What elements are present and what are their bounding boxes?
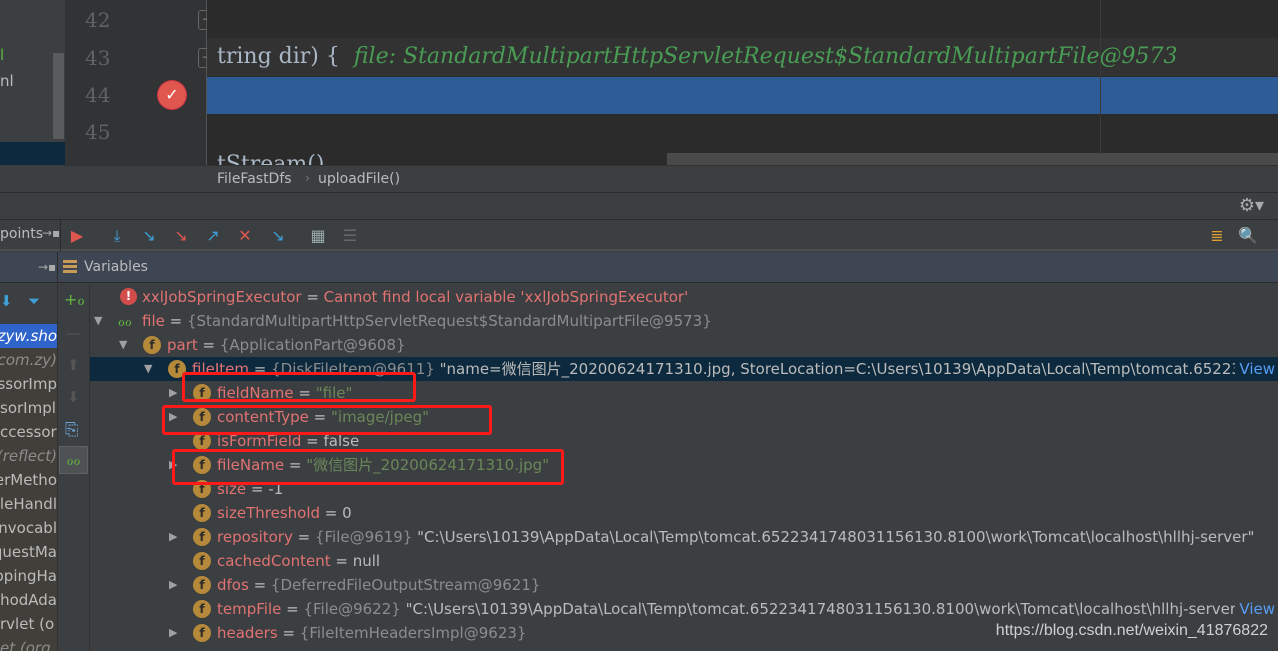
frame-item[interactable]: sorImpl bbox=[0, 396, 57, 420]
variables-icon bbox=[63, 260, 77, 274]
pin-icon[interactable]: →▪ bbox=[42, 226, 60, 240]
restore-layout-icon[interactable]: ≣ bbox=[1207, 226, 1227, 246]
expand-arrow-icon[interactable]: ▶ bbox=[169, 381, 177, 405]
field-icon: f bbox=[193, 576, 211, 594]
step-into-icon[interactable]: ↘ bbox=[139, 226, 159, 246]
error-icon: ! bbox=[120, 288, 137, 305]
move-up-icon[interactable]: ⬆ bbox=[67, 356, 80, 374]
project-scrollbar[interactable] bbox=[53, 53, 64, 139]
arrow-down-icon[interactable]: ⬇ bbox=[0, 292, 13, 310]
frame-item[interactable]: (com.zy bbox=[0, 348, 57, 372]
frames-list: ⬇ ⏷ zyw.sho (com.zy essorImp sorImpl cce… bbox=[0, 284, 57, 651]
watches-icon[interactable]: 🔍 bbox=[1238, 226, 1258, 246]
code-line: tring dir) { file: StandardMultipartHttp… bbox=[217, 44, 1178, 69]
breadcrumb-item[interactable]: FileFastDfs bbox=[217, 171, 292, 187]
show-execution-point-icon[interactable]: ▶ bbox=[67, 226, 87, 246]
breadcrumb-item[interactable]: uploadFile() bbox=[318, 171, 400, 187]
frame-item[interactable]: et (org bbox=[0, 636, 57, 651]
frame-item[interactable]: nvocabl bbox=[0, 516, 57, 540]
field-icon: f bbox=[193, 504, 211, 522]
move-down-icon[interactable]: ⬇ bbox=[67, 388, 80, 406]
watch-glasses-icon: ℴℴ bbox=[118, 312, 132, 330]
variable-row[interactable]: ! xxlJobSpringExecutor = Cannot find loc… bbox=[90, 285, 1278, 309]
collapse-arrow-icon[interactable]: ▼ bbox=[119, 333, 127, 357]
step-out-icon[interactable]: ↗ bbox=[203, 226, 223, 246]
force-step-into-icon[interactable]: ↘ bbox=[171, 226, 191, 246]
field-icon: f bbox=[193, 552, 211, 570]
filter-icon[interactable]: ⏷ bbox=[28, 292, 40, 310]
frame-item[interactable]: (reflect) bbox=[0, 444, 57, 468]
view-link[interactable]: View bbox=[1235, 597, 1278, 621]
code-editor[interactable]: tring dir) { file: StandardMultipartHttp… bbox=[207, 0, 1278, 165]
frame-item[interactable]: thodAda bbox=[0, 588, 57, 612]
collapse-arrow-icon[interactable]: ▼ bbox=[144, 357, 152, 381]
line-number: 43 bbox=[85, 46, 111, 70]
breakpoints-tab[interactable]: points bbox=[0, 226, 43, 242]
frame-item[interactable]: ccessor bbox=[0, 420, 57, 444]
expand-arrow-icon[interactable]: ▶ bbox=[169, 525, 177, 549]
inline-debug-hint: file: StandardMultipartHttpServletReques… bbox=[353, 44, 1178, 69]
annotation-box bbox=[172, 449, 564, 485]
variable-row[interactable]: ▼ f part = {ApplicationPart@9608} bbox=[90, 333, 1278, 357]
frame-item[interactable]: questMa bbox=[0, 540, 57, 564]
frame-item[interactable]: essorImp bbox=[0, 372, 57, 396]
show-watches-toggle-icon[interactable]: ℴℴ bbox=[59, 446, 88, 474]
line-number: 45 bbox=[85, 120, 111, 144]
code-line: tStream() bbox=[217, 152, 325, 165]
view-link[interactable]: View bbox=[1235, 357, 1278, 381]
collapse-arrow-icon[interactable]: ▼ bbox=[94, 309, 102, 333]
frame-item[interactable]: zyw.sho bbox=[0, 324, 57, 348]
frame-item[interactable]: ppingHa bbox=[0, 564, 57, 588]
line-number: 44 bbox=[85, 83, 111, 107]
new-watch-icon[interactable]: +ℴ bbox=[64, 290, 85, 309]
trace-icon[interactable]: ☰ bbox=[340, 226, 360, 246]
variable-row[interactable]: ▶ f repository = {File@9619} "C:\Users\1… bbox=[90, 525, 1278, 549]
annotation-box bbox=[182, 372, 416, 402]
breakpoint-icon[interactable]: ✓ bbox=[158, 81, 186, 109]
variable-row[interactable]: f sizeThreshold = 0 bbox=[90, 501, 1278, 525]
drop-frame-icon[interactable]: ✕ bbox=[235, 226, 255, 246]
variable-row[interactable]: f cachedContent = null bbox=[90, 549, 1278, 573]
field-icon: f bbox=[193, 528, 211, 546]
debug-toolbar: points →▪ bbox=[0, 220, 1278, 251]
watermark: https://blog.csdn.net/weixin_41876822 bbox=[995, 622, 1268, 639]
evaluate-expression-icon[interactable]: ▦ bbox=[308, 226, 328, 246]
variable-row[interactable]: f tempFile = {File@9622} "C:\Users\10139… bbox=[90, 597, 1278, 621]
copy-icon[interactable]: ⎘ bbox=[65, 420, 79, 440]
pin-icon[interactable]: →▪ bbox=[38, 260, 56, 274]
execution-line-highlight bbox=[207, 77, 1278, 114]
variables-header: →▪ Variables bbox=[0, 252, 1278, 283]
frame-item[interactable]: rvlet (o bbox=[0, 612, 57, 636]
frame-item[interactable]: leHandl bbox=[0, 492, 57, 516]
breadcrumb: FileFastDfs › uploadFile() bbox=[65, 165, 1278, 192]
project-item[interactable]: l bbox=[0, 46, 4, 64]
variables-side-toolbar: +ℴ — ⬆ ⬇ ⎘ ℴℴ bbox=[57, 284, 90, 651]
field-icon: f bbox=[193, 600, 211, 618]
run-to-cursor-icon[interactable]: ↘ bbox=[268, 226, 288, 246]
project-selected-row[interactable] bbox=[0, 142, 65, 165]
line-number: 42 bbox=[85, 8, 111, 32]
debug-panel-titlebar: ⚙▾ bbox=[0, 192, 1278, 220]
annotation-box bbox=[162, 405, 492, 435]
project-item[interactable]: nl bbox=[0, 72, 14, 90]
expand-arrow-icon[interactable]: ▶ bbox=[169, 573, 177, 597]
step-over-icon[interactable]: ⤓ bbox=[107, 226, 127, 246]
gear-icon[interactable]: ⚙▾ bbox=[1239, 195, 1264, 216]
variables-title: Variables bbox=[84, 259, 148, 275]
frame-item[interactable]: erMetho bbox=[0, 468, 57, 492]
variable-row[interactable]: ▶ f dfos = {DeferredFileOutputStream@962… bbox=[90, 573, 1278, 597]
field-icon: f bbox=[143, 336, 161, 354]
variable-row[interactable]: ▼ ℴℴ file = {StandardMultipartHttpServle… bbox=[90, 309, 1278, 333]
horizontal-scrollbar[interactable] bbox=[667, 153, 1278, 165]
expand-arrow-icon[interactable]: ▶ bbox=[169, 621, 177, 645]
field-icon: f bbox=[193, 624, 211, 642]
project-pane: l nl bbox=[0, 0, 65, 192]
remove-watch-icon[interactable]: — bbox=[66, 324, 81, 342]
